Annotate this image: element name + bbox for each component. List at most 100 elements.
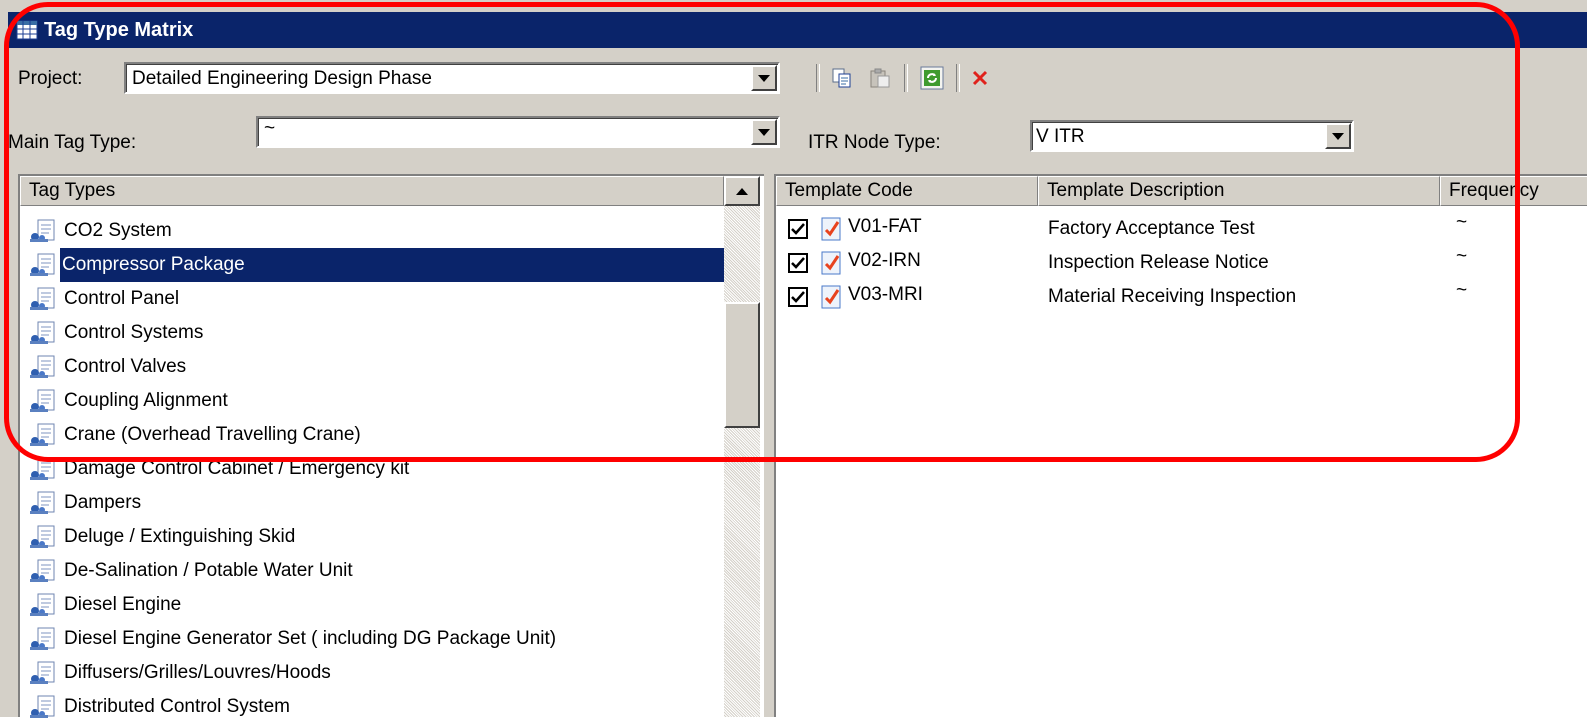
tag-type-label: Diesel Engine Generator Set ( including … — [64, 628, 557, 649]
tag-type-label: Diffusers/Grilles/Louvres/Hoods — [64, 662, 331, 683]
chevron-up-icon — [736, 187, 748, 195]
checklist-icon — [821, 251, 841, 275]
tag-type-icon — [30, 253, 55, 276]
scroll-up-button[interactable] — [724, 176, 760, 206]
main-tag-type-value: ~ — [264, 118, 276, 139]
grid-icon — [16, 20, 38, 40]
main-tag-type-dropdown-button[interactable] — [751, 119, 777, 145]
project-dropdown-button[interactable] — [751, 65, 777, 91]
tag-type-icon — [30, 355, 55, 378]
checklist-icon — [821, 285, 841, 309]
checkmark-icon — [791, 223, 805, 235]
tag-type-icon — [30, 321, 55, 344]
template-frequency: ~ — [1456, 212, 1468, 233]
template-checkbox[interactable] — [788, 287, 808, 307]
tag-type-icon — [30, 423, 55, 446]
chevron-down-icon — [1332, 132, 1344, 140]
tag-type-label: Diesel Engine — [64, 594, 182, 615]
toolbar-separator — [816, 64, 820, 92]
refresh-button[interactable] — [918, 64, 946, 92]
template-checkbox[interactable] — [788, 253, 808, 273]
tag-type-label: CO2 System — [64, 220, 172, 241]
template-description: Factory Acceptance Test — [1048, 218, 1255, 239]
tag-type-icon — [30, 491, 55, 514]
template-frequency: ~ — [1456, 280, 1468, 301]
scroll-thumb[interactable] — [724, 302, 760, 428]
title-bar: Tag Type Matrix — [8, 12, 1587, 48]
window-title: Tag Type Matrix — [44, 18, 194, 41]
tag-type-icon — [30, 695, 55, 718]
project-value: Detailed Engineering Design Phase — [132, 68, 432, 89]
tag-type-item[interactable]: Dampers — [28, 486, 718, 520]
chevron-down-icon — [758, 128, 770, 136]
paste-button[interactable] — [866, 64, 894, 92]
tag-type-icon — [30, 457, 55, 480]
tag-type-label: Compressor Package — [62, 254, 245, 275]
template-description: Inspection Release Notice — [1048, 252, 1269, 273]
template-row[interactable]: V02-IRN Inspection Release Notice ~ — [776, 246, 1587, 280]
toolbar-separator — [956, 64, 960, 92]
template-code-column-header[interactable]: Template Code — [776, 176, 1038, 206]
template-row[interactable]: V01-FAT Factory Acceptance Test ~ — [776, 212, 1587, 246]
tag-type-item[interactable]: Diesel Engine — [28, 588, 718, 622]
template-code: V03-MRI — [848, 284, 923, 305]
refresh-icon — [920, 66, 944, 90]
tag-type-icon — [30, 593, 55, 616]
project-combo[interactable]: Detailed Engineering Design Phase — [124, 62, 780, 94]
tag-type-label: Damage Control Cabinet / Emergency kit — [64, 458, 410, 479]
tag-type-icon — [30, 219, 55, 242]
delete-button[interactable] — [966, 64, 994, 92]
tag-types-list[interactable]: Tag Types CO2 System Compressor Package Co… — [18, 174, 764, 718]
tag-type-item[interactable]: Deluge / Extinguishing Skid — [28, 520, 718, 554]
tag-type-item[interactable]: Diffusers/Grilles/Louvres/Hoods — [28, 656, 718, 690]
tag-type-item[interactable]: De-Salination / Potable Water Unit — [28, 554, 718, 588]
main-tag-type-combo[interactable]: ~ — [256, 116, 780, 148]
tag-type-item[interactable]: Compressor Package — [30, 248, 726, 282]
templates-grid[interactable]: Template Code Template Description Frequ… — [774, 174, 1587, 717]
tag-type-matrix-window: Tag Type Matrix Project: Detailed Engine… — [0, 0, 1587, 718]
checkmark-icon — [791, 291, 805, 303]
template-frequency: ~ — [1456, 246, 1468, 267]
template-row[interactable]: V03-MRI Material Receiving Inspection ~ — [776, 280, 1587, 314]
tag-type-icon — [30, 287, 55, 310]
tag-type-item[interactable]: Coupling Alignment — [28, 384, 718, 418]
copy-icon — [832, 68, 851, 88]
itr-node-type-dropdown-button[interactable] — [1325, 123, 1351, 149]
chevron-down-icon — [758, 74, 770, 82]
tag-types-scrollbar[interactable] — [724, 176, 760, 717]
tag-type-label: Distributed Control System — [64, 696, 290, 717]
tag-type-item[interactable]: Control Valves — [28, 350, 718, 384]
project-label: Project: — [18, 68, 83, 89]
template-description: Material Receiving Inspection — [1048, 286, 1297, 307]
tag-type-icon — [30, 389, 55, 412]
tag-type-label: Control Valves — [64, 356, 187, 377]
checkmark-icon — [791, 257, 805, 269]
tag-type-label: Control Systems — [64, 322, 204, 343]
copy-button[interactable] — [828, 64, 856, 92]
tag-type-icon — [30, 559, 55, 582]
tag-types-column-header[interactable]: Tag Types — [20, 176, 724, 206]
main-tag-type-label: Main Tag Type: — [8, 132, 137, 153]
tag-type-item[interactable]: Crane (Overhead Travelling Crane) — [28, 418, 718, 452]
tag-type-item[interactable]: Distributed Control System — [28, 690, 718, 724]
checklist-icon — [821, 217, 841, 241]
tag-type-label: Crane (Overhead Travelling Crane) — [64, 424, 361, 445]
paste-icon — [870, 68, 890, 88]
itr-node-type-value: V ITR — [1036, 126, 1085, 147]
toolbar-separator — [904, 64, 908, 92]
tag-type-item[interactable]: Damage Control Cabinet / Emergency kit — [28, 452, 718, 486]
itr-node-type-combo[interactable]: V ITR — [1030, 120, 1354, 152]
tag-type-item[interactable]: CO2 System — [28, 214, 718, 248]
template-description-column-header[interactable]: Template Description — [1038, 176, 1440, 206]
tag-type-item[interactable]: Control Panel — [28, 282, 718, 316]
tag-type-item[interactable]: Control Systems — [28, 316, 718, 350]
tag-type-icon — [30, 627, 55, 650]
tag-type-label: De-Salination / Potable Water Unit — [64, 560, 353, 581]
tag-type-item[interactable]: Diesel Engine Generator Set ( including … — [28, 622, 718, 656]
tag-type-icon — [30, 661, 55, 684]
template-code: V02-IRN — [848, 250, 921, 271]
tag-type-label: Control Panel — [64, 288, 180, 309]
tag-type-label: Dampers — [64, 492, 142, 513]
frequency-column-header[interactable]: Frequency — [1440, 176, 1587, 206]
template-checkbox[interactable] — [788, 219, 808, 239]
